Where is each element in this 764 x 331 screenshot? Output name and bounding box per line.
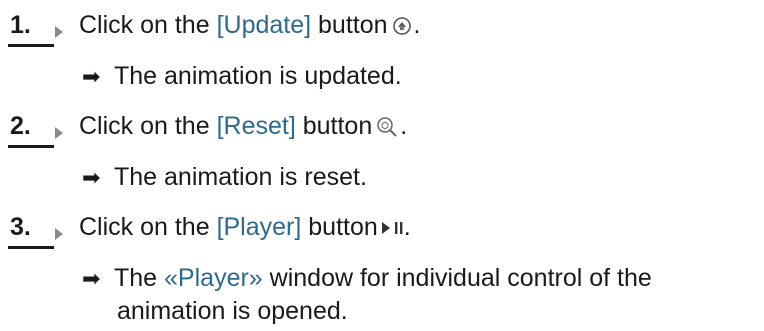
step-3-result-continuation: animation is opened. xyxy=(117,297,348,326)
step-number: 1. xyxy=(10,11,31,39)
ui-term: [Player] xyxy=(216,213,302,241)
step-suffix-end: . xyxy=(400,112,408,140)
result-prefix: The xyxy=(114,264,165,292)
step-prefix: Click on the xyxy=(79,112,217,140)
step-suffix-end: . xyxy=(413,11,421,39)
step-instruction: Click on the [Reset] button. xyxy=(79,112,407,141)
step-instruction: Click on the [Update] button. xyxy=(79,11,420,40)
step-number-underline xyxy=(8,246,54,249)
step-number: 2. xyxy=(10,112,31,140)
result-rest: window for individual control of the xyxy=(262,264,652,292)
step-prefix: Click on the xyxy=(79,213,217,241)
result-text-line2: animation is opened. xyxy=(117,297,348,325)
step-number-underline xyxy=(8,44,54,47)
step-arrow-icon xyxy=(55,127,63,139)
step-2-result: ➡ The animation is reset. xyxy=(82,163,367,192)
ui-term: [Update] xyxy=(216,11,312,39)
step-instruction: Click on the [Player] button. xyxy=(79,213,411,242)
reset-icon xyxy=(377,117,397,138)
pause-icon xyxy=(394,222,403,235)
update-icon xyxy=(392,17,411,36)
step-suffix-end: . xyxy=(403,213,411,241)
step-number-underline xyxy=(8,145,54,148)
result-arrow-icon: ➡ xyxy=(82,165,101,190)
result-arrow-icon: ➡ xyxy=(82,64,101,89)
ui-term: [Reset] xyxy=(216,112,296,140)
step-number: 3. xyxy=(10,213,31,241)
step-arrow-icon xyxy=(55,26,63,38)
instruction-document: 1. Click on the [Update] button. ➡ The an… xyxy=(0,0,764,331)
step-suffix: button xyxy=(301,213,378,241)
step-3-result: ➡ The «Player» window for individual cont… xyxy=(82,264,652,293)
player-icon xyxy=(381,221,404,235)
step-arrow-icon xyxy=(55,228,63,240)
result-arrow-icon: ➡ xyxy=(82,266,101,291)
step-suffix: button xyxy=(295,112,373,140)
result-text: The «Player» window for individual contr… xyxy=(114,264,652,292)
step-prefix: Click on the xyxy=(79,11,217,39)
ui-term: «Player» xyxy=(164,264,263,292)
step-1-result: ➡ The animation is updated. xyxy=(82,62,402,91)
result-text: The animation is updated. xyxy=(114,62,402,90)
step-suffix: button xyxy=(311,11,388,39)
result-text: The animation is reset. xyxy=(114,163,367,191)
play-icon xyxy=(381,222,390,235)
